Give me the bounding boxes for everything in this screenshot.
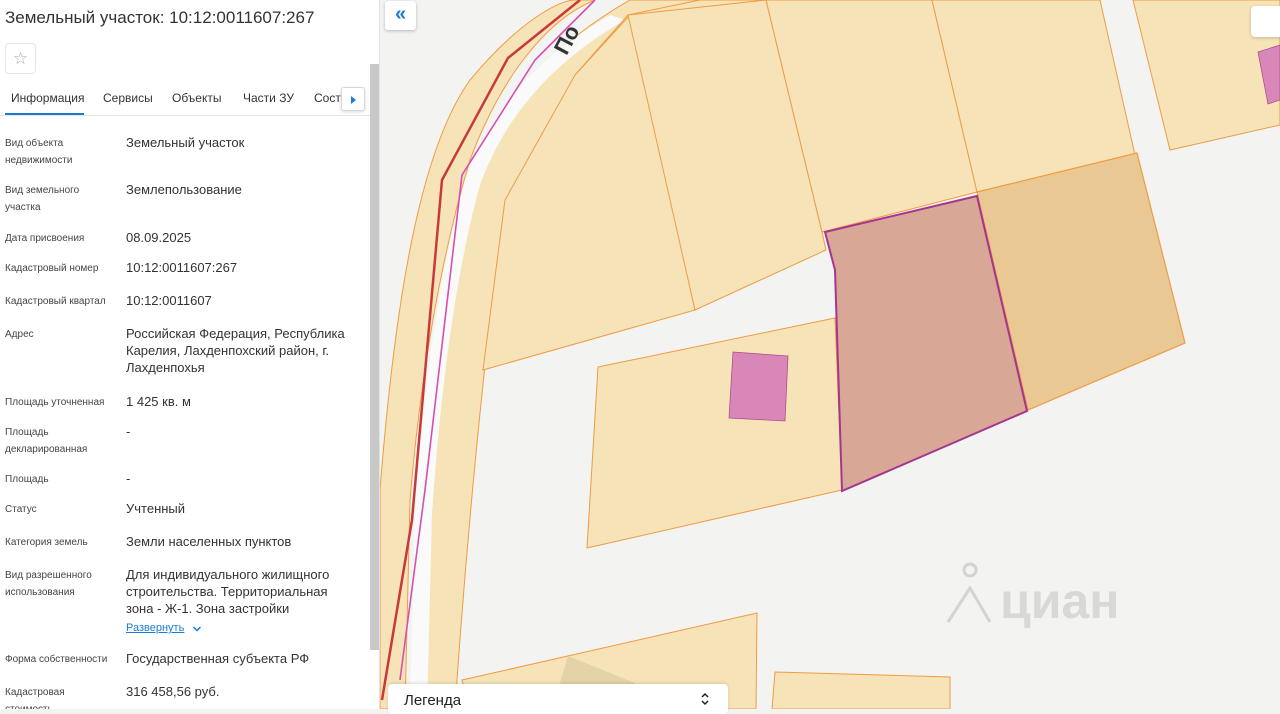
map-control-button[interactable] (1251, 6, 1280, 37)
field-label: Категория земель (5, 537, 88, 548)
tab-services[interactable]: Сервисы (103, 91, 153, 105)
field-value: 1 425 кв. м (126, 394, 191, 409)
tabs-scroll-right-button[interactable] (341, 87, 365, 111)
field-value: Земельный участок (126, 135, 245, 150)
status-value: Учтенный (126, 501, 186, 516)
field-label: Кадастровая стоимость (5, 687, 65, 709)
chevron-down-icon[interactable] (192, 624, 202, 634)
legend-label: Легенда (404, 692, 462, 709)
field-value: Государственная субъекта РФ (126, 651, 310, 666)
tab-bar: Информация Сервисы Объекты Части ЗУ Сост… (0, 84, 370, 116)
field-label: Кадастровый квартал (5, 296, 106, 307)
field-label: Адрес (5, 329, 34, 340)
field-value: Для индивидуального жилищного строительс… (126, 567, 330, 616)
field-value: Земли населенных пунктов (126, 534, 292, 549)
building[interactable] (728, 351, 789, 422)
field-label: Вид земельного участка (5, 185, 80, 213)
double-chevron-left-icon: « (394, 3, 407, 25)
land-parcel[interactable] (771, 671, 951, 709)
cian-logo-icon: циан (946, 562, 1119, 629)
legend-bar[interactable]: Легенда (388, 684, 728, 714)
page-title: Земельный участок: 10:12:0011607:267 (5, 8, 315, 27)
tab-composition[interactable]: Соста (314, 91, 344, 105)
field-label: Кадастровый номер (5, 263, 99, 274)
field-label: Вид объекта недвижимости (5, 138, 73, 166)
field-label: Форма собственности (5, 654, 108, 665)
field-value: - (126, 471, 131, 486)
watermark-text: циан (1000, 573, 1119, 629)
collapse-panel-button[interactable]: « (385, 1, 416, 30)
panel-scrollbar[interactable] (370, 64, 379, 650)
field-label: Площадь декларированная (5, 427, 88, 455)
field-value: - (126, 424, 131, 439)
tab-objects[interactable]: Объекты (172, 91, 222, 105)
field-label: Площадь уточненная (5, 397, 105, 408)
favorite-button[interactable]: ☆ (5, 43, 36, 74)
field-label: Площадь (5, 474, 49, 485)
caret-right-icon (351, 96, 356, 104)
field-label: Дата присвоения (5, 233, 85, 244)
field-value: 10:12:0011607:267 (126, 260, 238, 275)
cadastral-value: 316 458,56 руб. (126, 684, 220, 699)
field-value: 08.09.2025 (126, 230, 192, 245)
address-value: Российская Федерация, Республика Карелия… (126, 326, 345, 375)
field-value: Землепользование (126, 182, 242, 197)
star-outline-icon: ☆ (12, 49, 29, 68)
tab-parts[interactable]: Части ЗУ (243, 91, 294, 105)
chevron-up-down-icon[interactable] (700, 691, 710, 707)
active-tab-indicator (5, 113, 84, 115)
field-value: 10:12:0011607 (126, 293, 212, 308)
field-label: Вид разрешенного использования (5, 570, 92, 598)
expand-link[interactable]: Развернуть (126, 622, 184, 634)
info-panel: Земельный участок: 10:12:0011607:267 ☆ И… (0, 0, 380, 709)
tab-information[interactable]: Информация (11, 91, 84, 105)
field-label: Статус (5, 504, 37, 515)
